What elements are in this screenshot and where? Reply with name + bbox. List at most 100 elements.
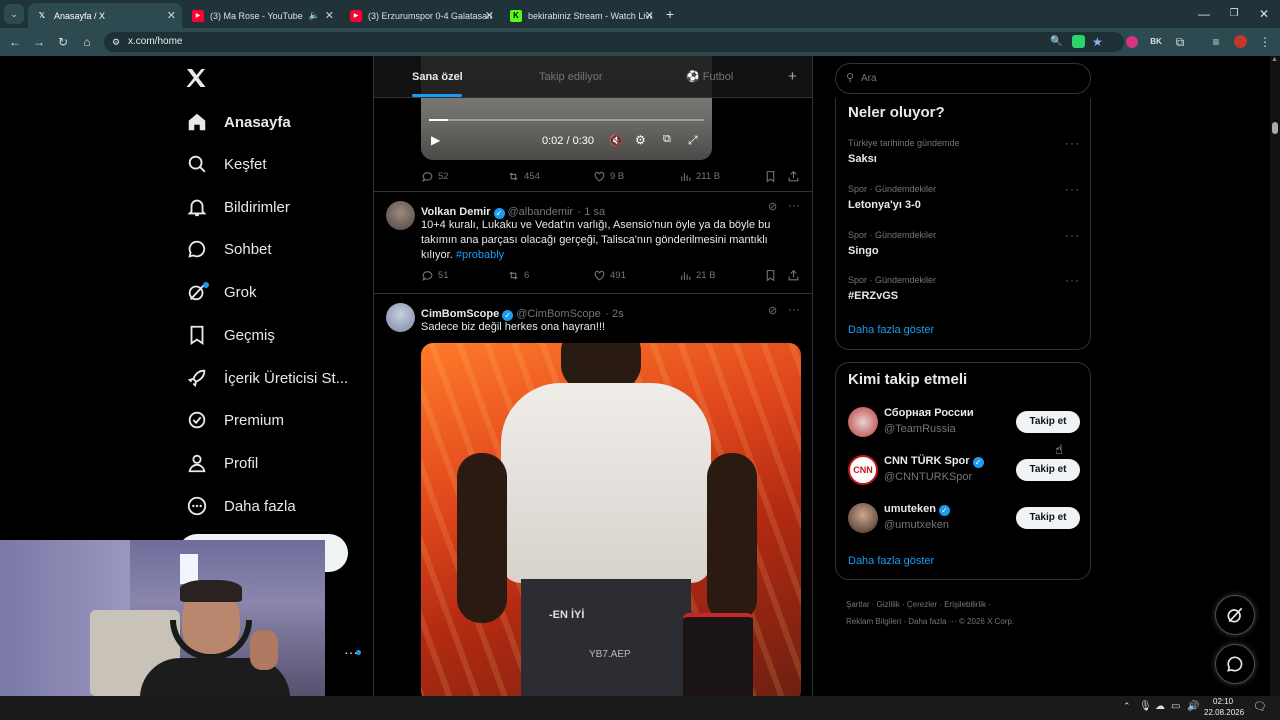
new-tab-button[interactable]: +: [660, 4, 680, 24]
footer-link-daha-fazla[interactable]: Daha fazla ···: [908, 617, 956, 626]
trend-item[interactable]: Spor · Gündemdekiler #ERZvGS ···: [848, 273, 1084, 302]
tweet-time[interactable]: · 1 sa: [578, 206, 606, 218]
profile-avatar-icon[interactable]: [1230, 32, 1250, 52]
avatar[interactable]: [386, 303, 415, 332]
x-logo-icon[interactable]: [184, 66, 210, 92]
reload-icon[interactable]: ↻: [53, 32, 73, 52]
display-icon[interactable]: ▭: [1171, 701, 1180, 712]
more-icon[interactable]: ···: [1065, 182, 1080, 196]
sidebar-item-profil[interactable]: Profil: [182, 443, 258, 483]
zoom-icon[interactable]: 🔍: [1050, 32, 1062, 52]
views-button[interactable]: 21 B: [679, 269, 716, 282]
avatar[interactable]: [848, 407, 878, 437]
follow-button[interactable]: Takip et: [1016, 411, 1080, 433]
site-info-icon[interactable]: ⚙: [112, 32, 120, 52]
tab-anasayfa[interactable]: 𝕏 Anasayfa / X ✕: [28, 3, 182, 28]
reply-button[interactable]: 52: [421, 170, 449, 183]
messages-floating-button[interactable]: [1215, 644, 1255, 684]
footer-link-sartlar[interactable]: Şartlar: [846, 600, 870, 609]
volume-icon[interactable]: 🔊: [1187, 701, 1199, 712]
extension-bk-icon[interactable]: BK: [1146, 32, 1166, 52]
forward-icon[interactable]: →: [29, 32, 49, 52]
follow-button[interactable]: Takip et: [1016, 459, 1080, 481]
scrollbar-thumb[interactable]: [1272, 122, 1278, 134]
repost-button[interactable]: 454: [507, 170, 540, 183]
more-icon[interactable]: ···: [788, 198, 800, 212]
install-icon[interactable]: [1072, 35, 1085, 48]
extension-vpn-icon[interactable]: [1122, 32, 1142, 52]
hashtag-link[interactable]: #probably: [456, 249, 504, 261]
search-input[interactable]: ⚲ Ara: [835, 63, 1091, 94]
footer-link-cerezler[interactable]: Çerezler: [907, 600, 937, 609]
url-input[interactable]: ⚙ x.com/home 🔍 ★: [104, 32, 1124, 52]
follow-suggestion[interactable]: Сборная России @TeamRussia Takip et: [848, 403, 1084, 443]
media-control-icon[interactable]: ≡: [1206, 32, 1226, 52]
footer-link-gizlilik[interactable]: Gizlilik: [877, 600, 900, 609]
extensions-puzzle-icon[interactable]: ⧉: [1170, 32, 1190, 52]
tab-youtube-erzurumspor[interactable]: ▶ (3) Erzurumspor 0-4 Galatasara ✕: [342, 3, 500, 28]
play-icon[interactable]: ▶: [431, 133, 440, 147]
tweet-time[interactable]: · 2s: [605, 308, 623, 320]
close-icon[interactable]: ✕: [167, 9, 176, 22]
follow-suggestion[interactable]: CNN CNN TÜRK Spor ✓ @CNNTURKSpor Takip et: [848, 451, 1084, 491]
bookmark-button[interactable]: [764, 269, 781, 282]
more-icon[interactable]: ···: [1065, 228, 1080, 242]
tweet-handle[interactable]: @albandemir: [508, 206, 574, 218]
sidebar-item-bildirimler[interactable]: Bildirimler: [182, 187, 290, 227]
sidebar-item-sohbet[interactable]: Sohbet: [182, 229, 272, 269]
notification-icon[interactable]: 🗨: [1253, 700, 1267, 713]
footer-link-erisilebilirlik[interactable]: Erişilebilirlik: [944, 600, 986, 609]
views-button[interactable]: 211 B: [679, 170, 720, 183]
scroll-up-icon[interactable]: ▲: [1271, 56, 1278, 63]
follow-handle[interactable]: @umutxeken: [884, 519, 949, 531]
follow-show-more[interactable]: Daha fazla göster: [848, 555, 934, 567]
back-icon[interactable]: ←: [5, 32, 25, 52]
tab-futbol[interactable]: ⚽ Futbol: [686, 56, 733, 98]
clock-time[interactable]: 02:10: [1213, 697, 1233, 706]
follow-handle[interactable]: @TeamRussia: [884, 423, 956, 435]
tab-search-icon[interactable]: ⌄: [4, 4, 24, 24]
footer-link-reklam[interactable]: Reklam Bilgileri: [846, 617, 901, 626]
reply-button[interactable]: 51: [421, 269, 449, 282]
speaker-icon[interactable]: 🔈: [309, 10, 320, 21]
more-icon[interactable]: ···: [788, 302, 800, 316]
settings-icon[interactable]: ⚙: [635, 133, 646, 147]
avatar[interactable]: CNN: [848, 455, 878, 485]
follow-button[interactable]: Takip et: [1016, 507, 1080, 529]
tweet-handle[interactable]: @CimBomScope: [516, 308, 601, 320]
bookmark-button[interactable]: [764, 170, 781, 183]
trend-item[interactable]: Spor · Gündemdekiler Letonya'yı 3-0 ···: [848, 182, 1084, 211]
follow-suggestion[interactable]: umuteken ✓ @umutxeken Takip et: [848, 499, 1084, 539]
tray-chevron-icon[interactable]: ⌃: [1123, 701, 1131, 712]
tab-takip-ediliyor[interactable]: Takip ediliyor: [539, 56, 603, 98]
more-icon[interactable]: ···: [1065, 273, 1080, 287]
cloud-icon[interactable]: ☁: [1155, 701, 1165, 712]
follow-name[interactable]: Сборная России: [884, 407, 974, 419]
tweet-media-image[interactable]: -EN İYİ YB7.AEP: [421, 343, 801, 696]
like-button[interactable]: 9 B: [593, 170, 624, 183]
close-icon[interactable]: ✕: [485, 9, 494, 22]
home-icon[interactable]: ⌂: [77, 32, 97, 52]
close-icon[interactable]: ✕: [325, 9, 334, 22]
like-button[interactable]: 491: [593, 269, 626, 282]
follow-name[interactable]: CNN TÜRK Spor ✓: [884, 455, 987, 468]
sidebar-item-daha-fazla[interactable]: Daha fazla: [182, 486, 296, 526]
mute-icon[interactable]: 🔇: [609, 134, 623, 147]
close-icon[interactable]: ✕: [645, 9, 654, 22]
tweet-author[interactable]: Volkan Demir: [421, 206, 491, 218]
sidebar-item-kesfet[interactable]: Keşfet: [182, 144, 267, 184]
tab-youtube-ma-rose[interactable]: ▶ (3) Ma Rose - YouTube 🔈 ✕: [184, 3, 340, 28]
tweet[interactable]: CimBomScope ✓ @CimBomScope · 2s ⊘ ··· Sade…: [374, 295, 812, 696]
pip-icon[interactable]: ⧉: [663, 133, 671, 146]
menu-kebab-icon[interactable]: ⋮: [1255, 32, 1275, 52]
sidebar-item-grok[interactable]: Grok: [182, 272, 257, 312]
microphone-icon[interactable]: 🎙: [1139, 701, 1152, 712]
sidebar-item-premium[interactable]: Premium: [182, 400, 284, 440]
follow-handle[interactable]: @CNNTURKSpor: [884, 471, 972, 483]
share-button[interactable]: [787, 170, 804, 183]
sidebar-item-anasayfa[interactable]: Anasayfa: [182, 102, 291, 142]
restore-icon[interactable]: ❐: [1224, 4, 1244, 24]
follow-name[interactable]: umuteken ✓: [884, 503, 953, 516]
share-button[interactable]: [787, 269, 804, 282]
sidebar-item-icerik-ureticisi[interactable]: İçerik Üreticisi St...: [182, 358, 348, 398]
